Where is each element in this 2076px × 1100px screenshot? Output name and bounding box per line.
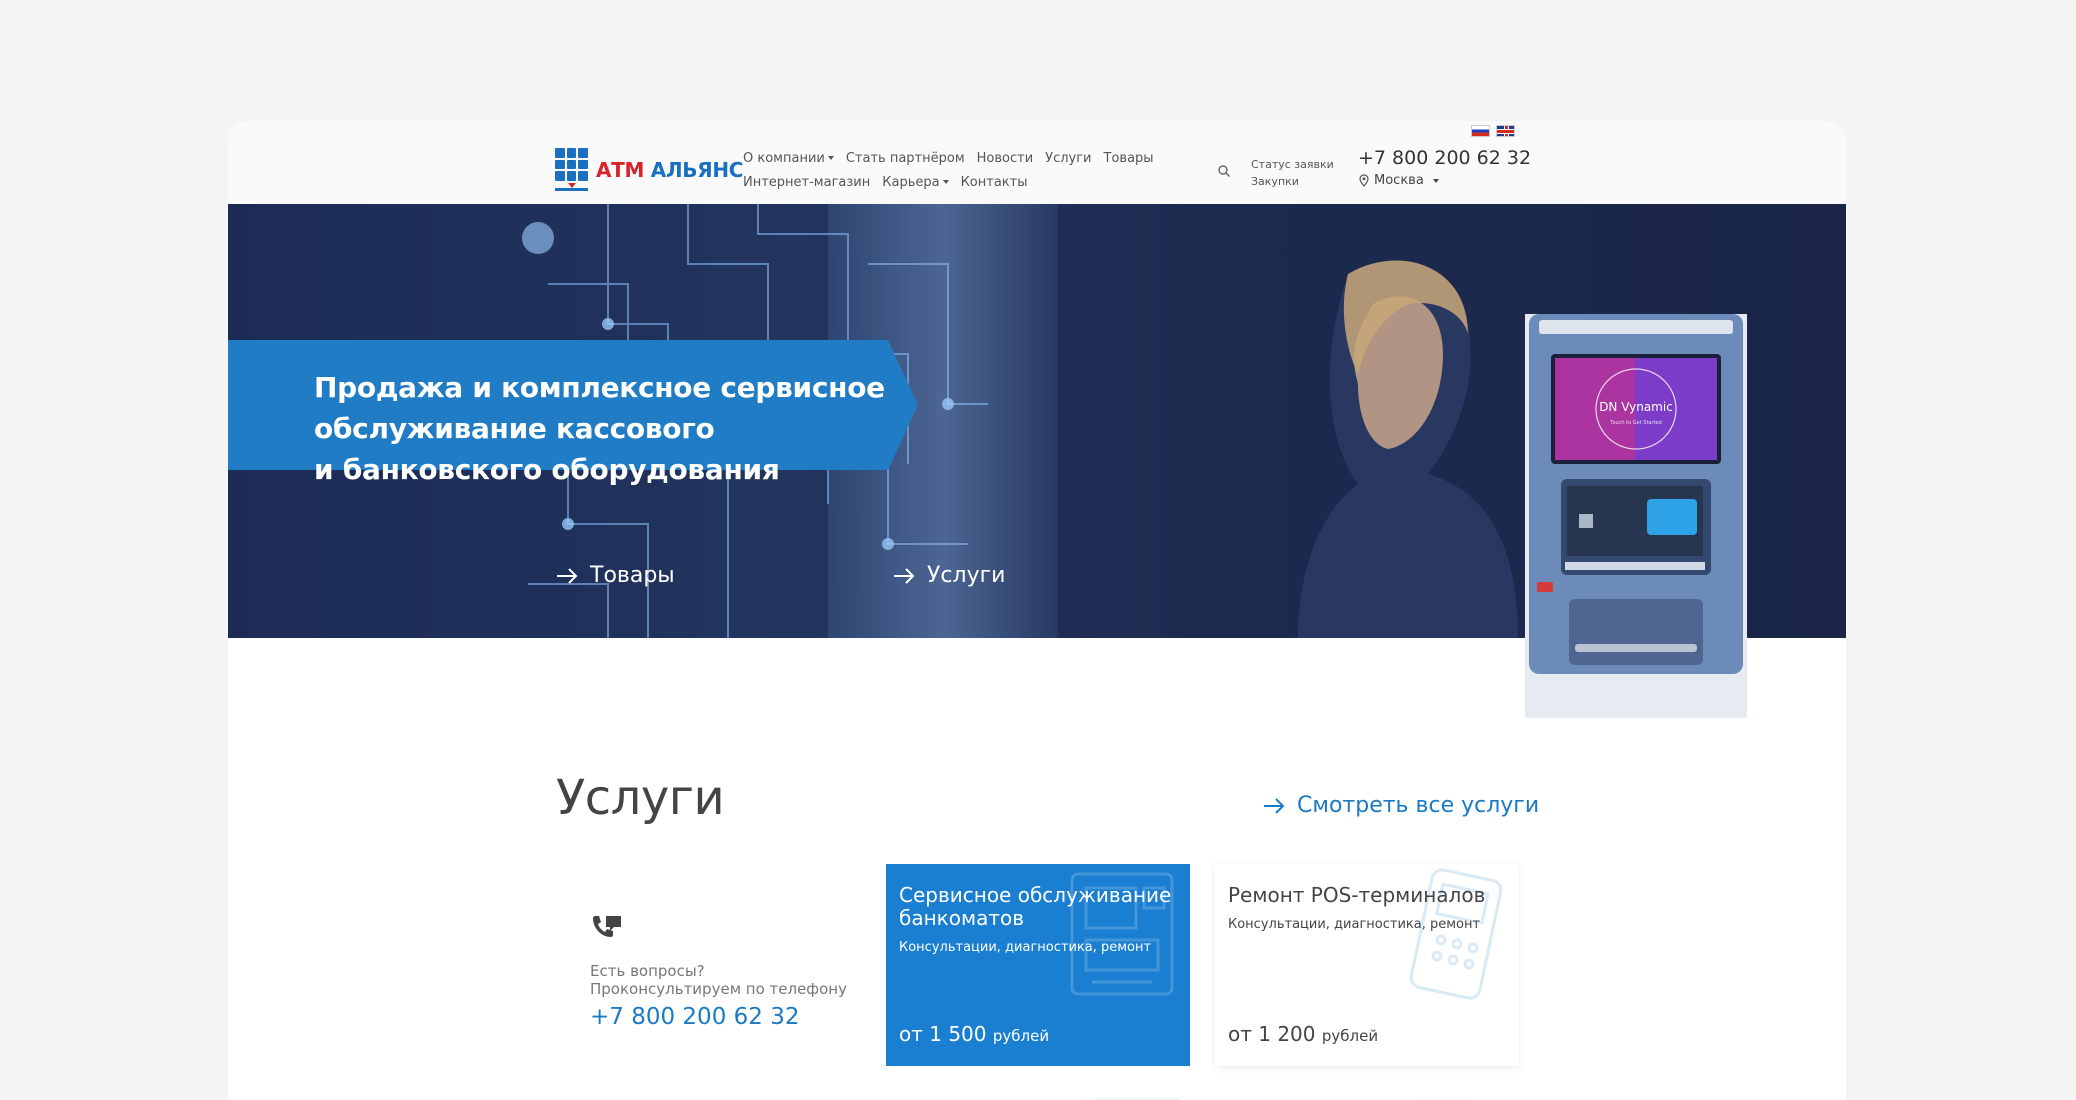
- arrow-right-icon: [557, 567, 578, 584]
- hero-headline-line2: обслуживание кассового: [314, 412, 715, 445]
- contact-consult-text: Проконсультируем по телефону: [590, 980, 847, 998]
- logo-text-part1: АТМ: [596, 157, 645, 182]
- hero-link-services[interactable]: Услуги: [893, 563, 1005, 588]
- price-value: от 1 200: [1228, 1022, 1316, 1046]
- caret-down-icon: [827, 156, 834, 160]
- order-status-link[interactable]: Статус заявки: [1251, 156, 1334, 173]
- site-logo[interactable]: АТМ АЛЬЯНС: [555, 148, 743, 191]
- service-card-price: от 1 200 рублей: [1228, 1022, 1378, 1046]
- service-card-subtitle: Консультации, диагностика, ремонт: [1228, 917, 1481, 932]
- contact-card: Есть вопросы? Проконсультируем по телефо…: [590, 914, 850, 1030]
- service-card-atm[interactable]: Сервисное обслуживание банкоматов Консул…: [886, 864, 1190, 1066]
- all-services-link[interactable]: Смотреть все услуги: [1263, 793, 1539, 818]
- decorative-outline-icons: [1096, 1097, 1465, 1100]
- nav-item-about[interactable]: О компании: [743, 151, 834, 166]
- city-label: Москва: [1374, 173, 1424, 188]
- service-card-title: Сервисное обслуживание банкоматов: [899, 883, 1172, 930]
- nav-item-goods[interactable]: Товары: [1104, 151, 1154, 166]
- caret-down-icon: [942, 180, 949, 184]
- hero-headline-line1: Продажа и комплексное сервисное: [314, 371, 885, 404]
- flag-ru-icon[interactable]: [1471, 125, 1490, 137]
- main-nav: О компании Стать партнёром Новости Услуг…: [743, 146, 1163, 194]
- nav-item-label: Карьера: [882, 174, 940, 190]
- atm-machine-image: DN Vynamic Touch to Get Started: [1525, 314, 1747, 718]
- contact-question: Есть вопросы? Проконсультируем по телефо…: [590, 962, 850, 998]
- arrow-right-icon: [1264, 797, 1285, 814]
- status-links: Статус заявки Закупки: [1251, 156, 1334, 190]
- nav-item-services[interactable]: Услуги: [1045, 151, 1091, 166]
- nav-item-contacts[interactable]: Контакты: [961, 175, 1028, 190]
- browser-page: АТМ АЛЬЯНС О компании Стать партнёром Но…: [228, 121, 1846, 1100]
- nav-item-news[interactable]: Новости: [977, 151, 1034, 166]
- service-card-pos[interactable]: Ремонт POS-терминалов Консультации, диаг…: [1215, 864, 1519, 1066]
- price-currency: рублей: [992, 1027, 1050, 1045]
- flag-en-icon[interactable]: [1496, 125, 1515, 137]
- atm-screen-title: DN Vynamic: [1599, 400, 1673, 414]
- hero-link-goods-label: Товары: [590, 563, 675, 588]
- phone-chat-icon: [593, 916, 621, 937]
- service-card-title: Ремонт POS-терминалов: [1228, 883, 1486, 907]
- price-value: от 1 500: [899, 1022, 987, 1046]
- nav-row-1: О компании Стать партнёром Новости Услуг…: [743, 146, 1163, 170]
- arrow-right-icon: [894, 567, 915, 584]
- nav-item-career[interactable]: Карьера: [882, 174, 949, 190]
- atm-screen-subtitle: Touch to Get Started: [1609, 420, 1662, 426]
- site-header: АТМ АЛЬЯНС О компании Стать партнёром Но…: [228, 121, 1846, 204]
- hero-link-goods[interactable]: Товары: [556, 563, 675, 588]
- contact-phone[interactable]: +7 800 200 62 32: [590, 1004, 850, 1030]
- header-phone[interactable]: +7 800 200 62 32: [1358, 147, 1531, 169]
- hero-headline: Продажа и комплексное сервисное обслужив…: [314, 367, 885, 490]
- nav-row-2: Интернет-магазин Карьера Контакты: [743, 170, 1163, 194]
- logo-text: АТМ АЛЬЯНС: [596, 158, 743, 182]
- caret-down-icon: [1432, 178, 1439, 183]
- contact-question-text: Есть вопросы?: [590, 962, 705, 980]
- service-card-subtitle: Консультации, диагностика, ремонт: [899, 940, 1152, 955]
- woman-silhouette-image: [1298, 260, 1518, 638]
- location-pin-icon: [1359, 174, 1369, 187]
- nav-item-shop[interactable]: Интернет-магазин: [743, 175, 870, 190]
- language-switcher: [1471, 125, 1515, 137]
- logo-mark-icon: [555, 148, 588, 191]
- services-section-title: Услуги: [556, 770, 725, 826]
- service-card-price: от 1 500 рублей: [899, 1022, 1049, 1046]
- nav-item-partner[interactable]: Стать партнёром: [846, 151, 965, 166]
- hero-link-services-label: Услуги: [927, 563, 1006, 588]
- purchases-link[interactable]: Закупки: [1251, 173, 1334, 190]
- price-currency: рублей: [1321, 1027, 1379, 1045]
- search-icon[interactable]: [1217, 164, 1231, 178]
- nav-item-label: О компании: [743, 150, 825, 166]
- all-services-label: Смотреть все услуги: [1297, 793, 1540, 818]
- hero-headline-line3: и банковского оборудования: [314, 453, 780, 486]
- logo-text-part2: АЛЬЯНС: [650, 157, 744, 182]
- city-selector[interactable]: Москва: [1359, 173, 1439, 188]
